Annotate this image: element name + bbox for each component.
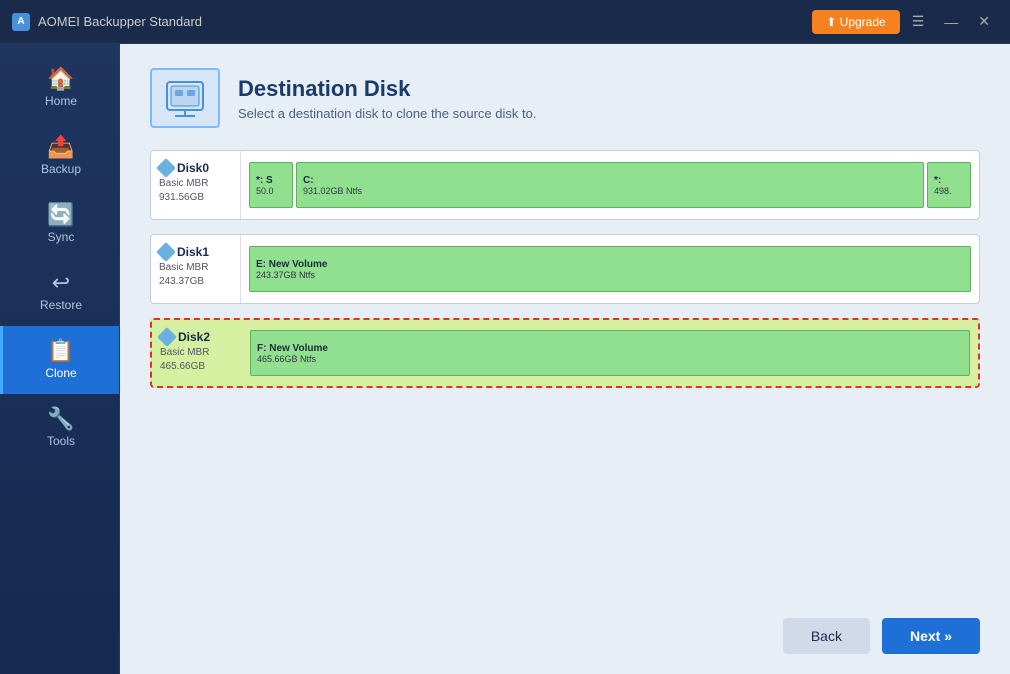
disk-card-disk0[interactable]: Disk0 Basic MBR 931.56GB *: S 50.0 C: 93…: [150, 150, 980, 220]
disk0-name: Disk0: [177, 161, 209, 175]
tools-icon: 🔧: [47, 408, 74, 430]
disk2-type: Basic MBR: [160, 347, 233, 358]
sidebar-label-restore: Restore: [40, 298, 82, 312]
page-icon: [150, 68, 220, 128]
disk2-partitions: F: New Volume 465.66GB Ntfs: [242, 320, 978, 386]
content-area: Destination Disk Select a destination di…: [120, 44, 1010, 674]
sidebar-label-clone: Clone: [45, 366, 76, 380]
disk1-name-row: Disk1: [159, 245, 232, 259]
disk0-partitions: *: S 50.0 C: 931.02GB Ntfs *: 498.: [241, 151, 979, 219]
disk0-partition-s: *: S 50.0: [249, 162, 293, 208]
page-title: Destination Disk: [238, 76, 536, 102]
disk1-type: Basic MBR: [159, 262, 232, 273]
sidebar: 🏠 Home 📤 Backup 🔄 Sync ↩ Restore 📋 Clone…: [0, 44, 120, 674]
sidebar-item-home[interactable]: 🏠 Home: [0, 54, 119, 122]
disk2-name: Disk2: [178, 330, 210, 344]
app-body: 🏠 Home 📤 Backup 🔄 Sync ↩ Restore 📋 Clone…: [0, 44, 1010, 674]
restore-icon: ↩: [52, 272, 70, 294]
app-title: AOMEI Backupper Standard: [38, 14, 202, 29]
sidebar-item-restore[interactable]: ↩ Restore: [0, 258, 119, 326]
sidebar-item-sync[interactable]: 🔄 Sync: [0, 190, 119, 258]
back-button[interactable]: Back: [783, 618, 870, 654]
disk1-partition-e: E: New Volume 243.37GB Ntfs: [249, 246, 971, 292]
page-header: Destination Disk Select a destination di…: [150, 68, 980, 128]
disk1-diamond-icon: [156, 242, 176, 262]
disk2-diamond-icon: [157, 327, 177, 347]
disk2-info: Disk2 Basic MBR 465.66GB: [152, 320, 242, 386]
backup-icon: 📤: [47, 136, 74, 158]
sidebar-label-backup: Backup: [41, 162, 81, 176]
disk0-type: Basic MBR: [159, 178, 232, 189]
sidebar-item-clone[interactable]: 📋 Clone: [0, 326, 119, 394]
page-title-area: Destination Disk Select a destination di…: [238, 76, 536, 121]
upgrade-button[interactable]: ⬆ Upgrade: [812, 10, 899, 34]
menu-button[interactable]: ☰: [904, 9, 933, 34]
disk1-info: Disk1 Basic MBR 243.37GB: [151, 235, 241, 303]
destination-disk-icon: [163, 78, 207, 118]
titlebar: A AOMEI Backupper Standard ⬆ Upgrade ☰ —…: [0, 0, 1010, 44]
minimize-button[interactable]: —: [936, 10, 966, 34]
disk0-info: Disk0 Basic MBR 931.56GB: [151, 151, 241, 219]
disk1-name: Disk1: [177, 245, 209, 259]
disk0-partition-c: C: 931.02GB Ntfs: [296, 162, 924, 208]
sidebar-item-tools[interactable]: 🔧 Tools: [0, 394, 119, 462]
disk0-diamond-icon: [156, 158, 176, 178]
titlebar-right: ⬆ Upgrade ☰ — ✕: [812, 9, 998, 34]
clone-icon: 📋: [47, 340, 74, 362]
titlebar-left: A AOMEI Backupper Standard: [12, 13, 202, 31]
disk2-partition-f: F: New Volume 465.66GB Ntfs: [250, 330, 970, 376]
sync-icon: 🔄: [47, 204, 74, 226]
disk-list: Disk0 Basic MBR 931.56GB *: S 50.0 C: 93…: [150, 150, 980, 602]
disk0-size: 931.56GB: [159, 192, 232, 203]
disk1-partitions: E: New Volume 243.37GB Ntfs: [241, 235, 979, 303]
disk2-size: 465.66GB: [160, 361, 233, 372]
app-logo: A: [12, 13, 30, 31]
disk1-size: 243.37GB: [159, 276, 232, 287]
sidebar-label-home: Home: [45, 94, 77, 108]
footer: Back Next »: [150, 602, 980, 654]
sidebar-item-backup[interactable]: 📤 Backup: [0, 122, 119, 190]
close-button[interactable]: ✕: [970, 9, 998, 34]
next-button[interactable]: Next »: [882, 618, 980, 654]
sidebar-label-tools: Tools: [47, 434, 75, 448]
home-icon: 🏠: [47, 68, 74, 90]
disk2-name-row: Disk2: [160, 330, 233, 344]
disk-card-disk1[interactable]: Disk1 Basic MBR 243.37GB E: New Volume 2…: [150, 234, 980, 304]
disk0-partition-x: *: 498.: [927, 162, 971, 208]
sidebar-label-sync: Sync: [48, 230, 75, 244]
disk-card-disk2[interactable]: Disk2 Basic MBR 465.66GB F: New Volume 4…: [150, 318, 980, 388]
page-subtitle: Select a destination disk to clone the s…: [238, 106, 536, 121]
disk0-name-row: Disk0: [159, 161, 232, 175]
